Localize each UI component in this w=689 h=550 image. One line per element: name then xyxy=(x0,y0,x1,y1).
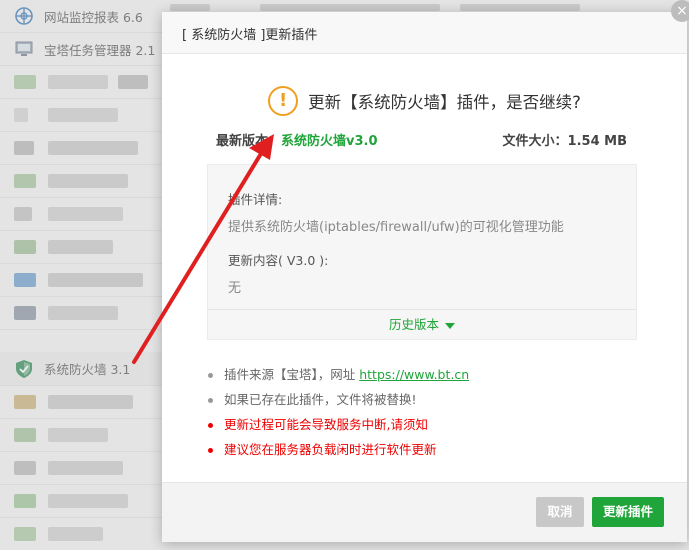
history-versions-toggle[interactable]: 历史版本 xyxy=(208,309,636,339)
details-label: 插件详情: xyxy=(228,192,283,207)
latest-version-label: 最新版本： xyxy=(216,134,282,149)
note-warn-interrupt: 更新过程可能会导致服务中断,请须知 xyxy=(208,416,469,441)
dialog-title: [ 系统防火墙 ]更新插件 xyxy=(162,12,687,54)
note-warn-idle: 建议您在服务器负载闲时进行软件更新 xyxy=(208,441,469,466)
note-source: 插件来源【宝塔】，网址 https://www.bt.cn xyxy=(208,366,469,391)
note-overwrite: 如果已存在此插件，文件将被替换! xyxy=(208,391,469,416)
latest-version: 最新版本：系统防火墙v3.0 xyxy=(216,130,378,149)
confirm-question: ! 更新【系统防火墙】插件，是否继续? xyxy=(162,86,687,116)
note-source-text: 插件来源【宝塔】，网址 xyxy=(224,367,360,382)
close-icon[interactable]: × xyxy=(671,0,689,22)
details-text: 提供系统防火墙(iptables/firewall/ufw)的可视化管理功能 xyxy=(228,220,564,235)
changes-text: 无 xyxy=(228,281,242,296)
source-link[interactable]: https://www.bt.cn xyxy=(359,367,469,382)
plugin-detail-box: 插件详情: 提供系统防火墙(iptables/firewall/ufw)的可视化… xyxy=(207,164,637,340)
question-text: 更新【系统防火墙】插件，是否继续? xyxy=(308,93,581,112)
file-size-value: 1.54 MB xyxy=(567,134,627,149)
dialog-footer: 取消 更新插件 xyxy=(162,482,687,542)
update-plugin-dialog: [ 系统防火墙 ]更新插件 × ! 更新【系统防火墙】插件，是否继续? 最新版本… xyxy=(162,0,689,542)
warning-icon: ! xyxy=(268,86,299,116)
changes-label: 更新内容( V3.0 ): xyxy=(228,253,329,268)
update-plugin-button[interactable]: 更新插件 xyxy=(592,497,664,527)
notes-list: 插件来源【宝塔】，网址 https://www.bt.cn 如果已存在此插件，文… xyxy=(208,366,469,466)
file-size-label: 文件大小： xyxy=(502,134,568,149)
history-label: 历史版本 xyxy=(388,317,439,332)
caret-down-icon xyxy=(445,322,455,329)
version-row: 最新版本：系统防火墙v3.0 文件大小：1.54 MB xyxy=(216,130,627,149)
cancel-button[interactable]: 取消 xyxy=(536,497,584,527)
file-size: 文件大小：1.54 MB xyxy=(503,130,627,149)
latest-version-value: 系统防火墙v3.0 xyxy=(281,134,378,149)
